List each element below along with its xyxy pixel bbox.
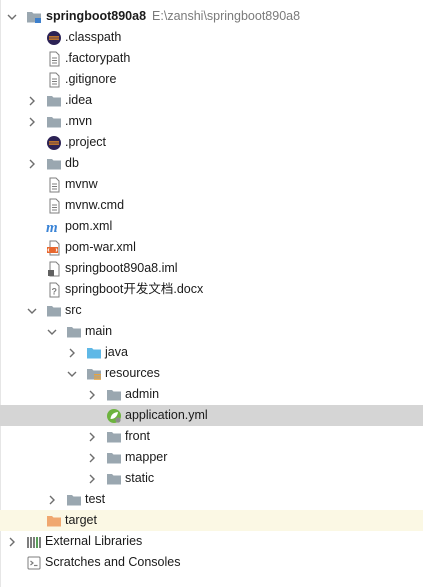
source-folder-icon bbox=[86, 345, 102, 361]
tree-item-label: .factorypath bbox=[65, 51, 131, 65]
tree-item-mapper[interactable]: mapper bbox=[0, 447, 423, 468]
tree-item-label: .project bbox=[65, 135, 106, 149]
tree-item-label: main bbox=[85, 324, 113, 338]
folder-icon bbox=[106, 471, 122, 487]
tree-item-label: db bbox=[65, 156, 79, 170]
tree-item-label: pom-war.xml bbox=[65, 240, 136, 254]
chevron-right-icon[interactable] bbox=[26, 111, 38, 132]
svg-text:m: m bbox=[46, 220, 58, 235]
tree-item-label: mvnw.cmd bbox=[65, 198, 125, 212]
folder-icon bbox=[106, 387, 122, 403]
scratches-icon bbox=[26, 555, 42, 571]
excluded-folder-icon bbox=[46, 513, 62, 529]
folder-icon bbox=[46, 93, 62, 109]
chevron-down-icon[interactable] bbox=[66, 363, 78, 384]
svg-text:?: ? bbox=[52, 287, 58, 297]
tree-item-static[interactable]: static bbox=[0, 468, 423, 489]
tree-item-idea[interactable]: .idea bbox=[0, 90, 423, 111]
chevron-right-icon[interactable] bbox=[26, 90, 38, 111]
tree-item-db[interactable]: db bbox=[0, 153, 423, 174]
tree-item-application-yml[interactable]: application.yml bbox=[0, 405, 423, 426]
tree-item-scratches[interactable]: Scratches and Consoles bbox=[0, 552, 423, 573]
unknown-file-icon: ? bbox=[46, 282, 62, 298]
maven-icon: m bbox=[46, 219, 62, 236]
tree-item-project[interactable]: .project bbox=[0, 132, 423, 153]
tree-item-resources[interactable]: resources bbox=[0, 363, 423, 384]
tree-item-label: target bbox=[65, 513, 97, 527]
tree-item-mvnw-cmd[interactable]: mvnw.cmd bbox=[0, 195, 423, 216]
tree-item-label: resources bbox=[105, 366, 160, 380]
tree-item-label: springboot890a8.iml bbox=[65, 261, 178, 275]
chevron-right-icon[interactable] bbox=[46, 489, 58, 510]
chevron-right-icon[interactable] bbox=[66, 342, 78, 363]
chevron-down-icon[interactable] bbox=[6, 6, 18, 27]
tree-item-iml[interactable]: springboot890a8.iml bbox=[0, 258, 423, 279]
tree-item-label: application.yml bbox=[125, 408, 208, 422]
folder-icon bbox=[66, 324, 82, 340]
project-path: E:\zanshi\springboot890a8 bbox=[152, 9, 301, 23]
tree-item-classpath[interactable]: .classpath bbox=[0, 27, 423, 48]
folder-icon bbox=[46, 303, 62, 319]
tree-item-label: External Libraries bbox=[45, 534, 143, 548]
tree-item-label: static bbox=[125, 471, 155, 485]
tree-item-label: .classpath bbox=[65, 30, 122, 44]
eclipse-file-icon bbox=[46, 30, 62, 46]
tree-item-label: test bbox=[85, 492, 106, 506]
tree-item-test[interactable]: test bbox=[0, 489, 423, 510]
tree-item-label: .mvn bbox=[65, 114, 93, 128]
xml-file-icon bbox=[46, 240, 62, 256]
chevron-down-icon[interactable] bbox=[46, 321, 58, 342]
folder-icon bbox=[46, 114, 62, 130]
text-file-icon bbox=[46, 198, 62, 214]
tree-item-gitignore[interactable]: .gitignore bbox=[0, 69, 423, 90]
project-name: springboot890a8 bbox=[46, 9, 147, 23]
tree-item-label: src bbox=[65, 303, 82, 317]
tree-item-src[interactable]: src bbox=[0, 300, 423, 321]
folder-icon bbox=[46, 156, 62, 172]
eclipse-file-icon bbox=[46, 135, 62, 151]
tree-item-target[interactable]: target bbox=[0, 510, 423, 531]
spring-config-icon bbox=[106, 408, 122, 424]
tree-item-docx[interactable]: ? springboot开发文档.docx bbox=[0, 279, 423, 300]
tree-item-pom-war-xml[interactable]: pom-war.xml bbox=[0, 237, 423, 258]
libraries-icon bbox=[26, 534, 42, 550]
tree-item-label: pom.xml bbox=[65, 219, 113, 233]
tree-item-label: mapper bbox=[125, 450, 168, 464]
tree-item-label: java bbox=[105, 345, 128, 359]
chevron-right-icon[interactable] bbox=[86, 447, 98, 468]
tree-row-project-root[interactable]: springboot890a8 E:\zanshi\springboot890a8 bbox=[0, 6, 423, 27]
text-file-icon bbox=[46, 177, 62, 193]
tree-item-mvnw[interactable]: mvnw bbox=[0, 174, 423, 195]
tree-item-label: mvnw bbox=[65, 177, 98, 191]
folder-icon bbox=[106, 450, 122, 466]
chevron-right-icon[interactable] bbox=[86, 468, 98, 489]
chevron-right-icon[interactable] bbox=[6, 531, 18, 552]
text-file-icon bbox=[46, 72, 62, 88]
tree-item-label: admin bbox=[125, 387, 160, 401]
tree-item-label: .idea bbox=[65, 93, 93, 107]
chevron-right-icon[interactable] bbox=[86, 384, 98, 405]
tree-item-mvn[interactable]: .mvn bbox=[0, 111, 423, 132]
tree-item-label: .gitignore bbox=[65, 72, 117, 86]
tree-item-label: front bbox=[125, 429, 151, 443]
resources-folder-icon bbox=[86, 366, 102, 382]
chevron-down-icon[interactable] bbox=[26, 300, 38, 321]
module-folder-icon bbox=[26, 9, 42, 25]
tree-item-admin[interactable]: admin bbox=[0, 384, 423, 405]
tree-item-main[interactable]: main bbox=[0, 321, 423, 342]
folder-icon bbox=[66, 492, 82, 508]
text-file-icon bbox=[46, 51, 62, 67]
chevron-right-icon[interactable] bbox=[86, 426, 98, 447]
tree-item-label: springboot开发文档.docx bbox=[65, 282, 204, 296]
tree-item-factorypath[interactable]: .factorypath bbox=[0, 48, 423, 69]
tree-item-external-libraries[interactable]: External Libraries bbox=[0, 531, 423, 552]
tree-item-label: Scratches and Consoles bbox=[45, 555, 181, 569]
iml-file-icon bbox=[46, 261, 62, 277]
chevron-right-icon[interactable] bbox=[26, 153, 38, 174]
folder-icon bbox=[106, 429, 122, 445]
tree-item-pom-xml[interactable]: m pom.xml bbox=[0, 216, 423, 237]
tree-item-front[interactable]: front bbox=[0, 426, 423, 447]
tree-item-java[interactable]: java bbox=[0, 342, 423, 363]
